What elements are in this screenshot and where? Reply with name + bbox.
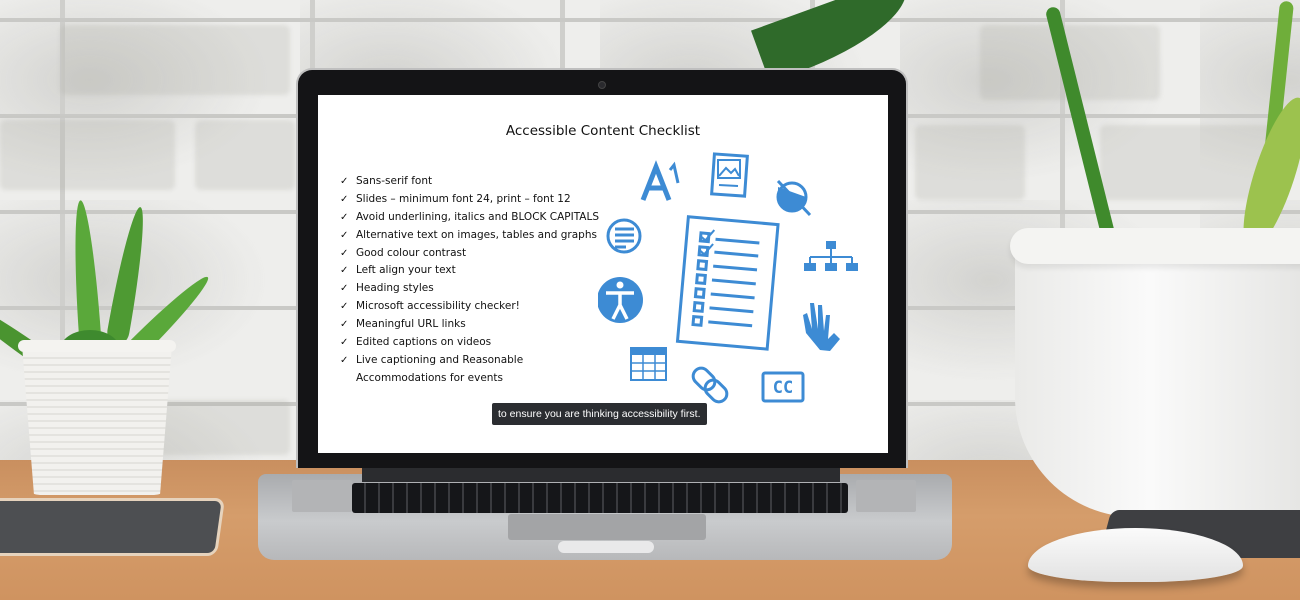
speaker-grille-left [292,480,352,512]
checklist-icon [675,215,780,351]
image-document-icon [710,152,749,198]
tablet-device [0,498,226,556]
font-size-icon [640,160,680,201]
brick [195,120,295,190]
webcam-icon [598,81,606,89]
brick [60,25,290,95]
check-mark-icon: ✓ [340,354,349,366]
speaker-grille-right [856,480,916,512]
link-icon [691,366,729,404]
checklist-item: ✓ Meaningful URL links [340,316,599,334]
video-caption: to ensure you are thinking accessibility… [492,403,707,425]
checklist-item: ✓ Avoid underlining, italics and BLOCK CA… [340,209,599,227]
laptop-keyboard [352,483,848,513]
white-flower-pot [1015,232,1300,517]
contrast-icon [776,179,812,217]
accessibility-person-icon [598,277,643,323]
checklist-item: ✓ Sans-serif font [340,173,599,191]
trackpad [508,514,706,540]
check-mark-icon: ✓ [340,211,349,223]
check-mark-icon: ✓ [340,283,349,295]
slide-title: Accessible Content Checklist [505,123,701,139]
check-mark-icon: ✓ [340,193,349,205]
table-icon [630,347,667,381]
brick [915,125,1025,200]
checklist-item: ✓ Heading styles [340,280,599,298]
checklist: ✓ Sans-serif font ✓ Slides – minimum font … [340,173,599,388]
small-white-pot [22,345,172,495]
check-mark-icon: ✓ [340,229,349,241]
brick [0,120,175,190]
check-mark-icon: ✓ [340,176,349,187]
check-mark-icon: ✓ [340,337,349,349]
sign-language-hand-icon [803,303,840,351]
check-mark-icon: ✓ [340,301,349,313]
accessibility-illustration: CC [598,152,858,404]
pot-rim [1010,228,1300,264]
cc-label: CC [773,378,793,398]
pot-rim [18,340,176,352]
text-align-icon [606,218,642,254]
check-mark-icon: ✓ [340,247,349,259]
laptop-hinge [362,468,840,482]
lid-notch [558,541,654,553]
hierarchy-icon [804,241,858,271]
checklist-item: ✓ Slides – minimum font 24, print – font … [340,191,599,209]
checklist-item: ✓ Edited captions on videos [340,334,599,352]
checklist-item: ✓ Alternative text on images, tables and … [340,227,599,245]
checklist-item: ✓ Left align your text [340,262,599,280]
laptop-screen-slide: Accessible Content Checklist ✓ Sans-serif… [318,95,888,453]
check-mark-icon: ✓ [340,265,349,277]
checklist-item-continuation: Accommodations for events [356,371,504,384]
checklist-item: ✓ Live captioning and Reasonable [340,352,599,370]
checklist-item: ✓ Microsoft accessibility checker! [340,298,599,316]
checklist-item: ✓ Good colour contrast [340,245,599,263]
check-mark-icon: ✓ [340,319,349,331]
